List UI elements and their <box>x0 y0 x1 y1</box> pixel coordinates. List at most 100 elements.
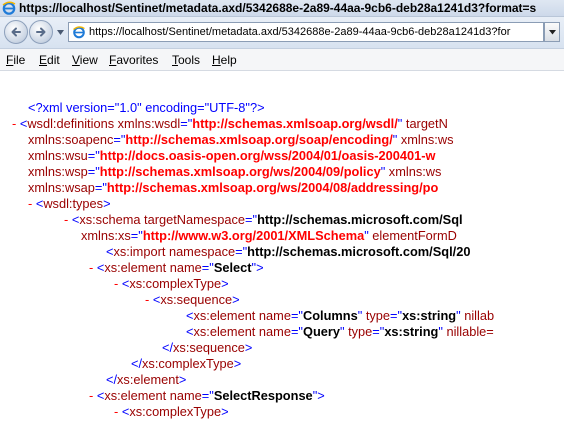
menu-help-label: elp <box>220 53 237 67</box>
xml-line-wsp: xmlns:wsp="http://schemas.xmlsoap.org/ws… <box>28 164 441 180</box>
xml-attr-name: xmlns:ws <box>385 164 442 179</box>
xml-attr-name: xmlns:wsp <box>28 164 88 179</box>
xml-punct: </ <box>106 372 118 387</box>
xml-line-element-columns: <xs:element name="Columns" type="xs:stri… <box>186 308 494 324</box>
xml-attr-name: xmlns:wsu <box>28 148 88 163</box>
address-bar[interactable] <box>68 22 544 42</box>
xml-punct: =" <box>130 228 143 243</box>
address-dropdown-button[interactable] <box>544 22 560 42</box>
xml-attr-value: Columns <box>302 308 358 323</box>
xml-attr-name: type <box>344 324 373 339</box>
collapse-toggle[interactable]: - <box>114 276 118 291</box>
xml-ns-value: http://schemas.xmlsoap.org/ws/2004/08/ad… <box>106 180 439 195</box>
menu-bar: File Edit View Favorites Tools Help <box>0 49 564 71</box>
xml-attr-name: xmlns:xs <box>81 228 131 243</box>
ie-page-icon <box>73 26 85 39</box>
xml-line-import: <xs:import namespace="http://schemas.mic… <box>106 244 470 260</box>
xml-tag-name: xs:element <box>193 308 256 323</box>
xml-punct: > <box>244 340 253 355</box>
menu-edit[interactable]: Edit <box>39 53 60 67</box>
xml-line-soapenc: xmlns:soapenc="http://schemas.xmlsoap.or… <box>28 132 453 148</box>
xml-declaration: <?xml version="1.0" encoding="UTF-8"?> <box>28 100 265 116</box>
xml-line-element-query: <xs:element name="Query" type="xs:string… <box>186 324 494 340</box>
xml-punct: =" <box>113 132 126 147</box>
xml-punct: </ <box>131 356 143 371</box>
xml-attr-name: type <box>362 308 391 323</box>
xml-punct: </ <box>162 340 174 355</box>
collapse-toggle[interactable]: - <box>89 260 93 275</box>
xml-attr-value: xs:string <box>402 308 457 323</box>
xml-line-element-selectresponse: - <xs:element name="SelectResponse"> <box>89 388 325 404</box>
xml-attr-value: Query <box>302 324 340 339</box>
xml-attr-name: targetNamespace <box>140 212 246 227</box>
xml-attr-name: nillable= <box>442 324 494 339</box>
xml-punct: > <box>221 404 229 419</box>
chevron-down-icon <box>549 30 556 35</box>
menu-edit-label: dit <box>47 53 60 67</box>
xml-attr-name: xmlns:soapenc <box>28 132 114 147</box>
navigation-bar <box>0 17 564 49</box>
xml-attr-value: http://schemas.microsoft.com/Sql <box>257 212 463 227</box>
xml-attr-value: SelectResponse <box>213 388 313 403</box>
xml-punct: =" <box>290 324 303 339</box>
menu-file[interactable]: File <box>6 53 25 67</box>
menu-view[interactable]: View <box>72 53 98 67</box>
xml-attr-name: nillab <box>460 308 495 323</box>
xml-attr-name: name <box>255 308 291 323</box>
collapse-toggle[interactable]: - <box>114 404 118 419</box>
back-button[interactable] <box>4 20 28 44</box>
xml-punct: =" <box>94 180 107 195</box>
xml-punct: =" <box>235 244 248 259</box>
ie-logo-icon <box>2 1 16 15</box>
xml-punct: > <box>103 196 111 211</box>
xml-attr-name: name <box>166 260 202 275</box>
xml-attr-value: http://schemas.microsoft.com/Sql/20 <box>247 244 471 259</box>
xml-tag-name: xs:element <box>193 324 256 339</box>
xml-punct: =" <box>290 308 303 323</box>
recent-pages-dropdown-icon[interactable] <box>57 30 64 36</box>
xml-ns-value: http://docs.oasis-open.org/wss/2004/01/o… <box>99 148 436 163</box>
collapse-toggle[interactable]: - <box>89 388 93 403</box>
xml-punct: =" <box>201 260 214 275</box>
window-title: https://localhost/Sentinet/metadata.axd/… <box>19 1 537 15</box>
collapse-toggle[interactable]: - <box>28 196 32 211</box>
forward-button[interactable] <box>29 20 53 44</box>
menu-view-label: iew <box>79 53 98 67</box>
xml-tag-name: xs:sequence <box>173 340 245 355</box>
menu-favorites[interactable]: Favorites <box>109 53 158 67</box>
xml-ns-value: http://www.w3.org/2001/XMLSchema <box>142 228 365 243</box>
xml-punct: > <box>221 276 229 291</box>
xml-line-types: - <wsdl:types> <box>28 196 111 212</box>
xml-tag-name: xs:element <box>117 372 179 387</box>
xml-attr-name: namespace <box>165 244 236 259</box>
xml-tag-name: wsdl:types <box>43 196 104 211</box>
xml-tag-name: xs:complexType <box>142 356 234 371</box>
xml-attr-value: Select <box>213 260 252 275</box>
menu-tools[interactable]: Tools <box>172 53 200 67</box>
collapse-toggle[interactable]: - <box>64 212 68 227</box>
xml-punct: > <box>232 292 240 307</box>
xml-tag-name: xs:complexType <box>129 276 222 291</box>
xml-punct: "> <box>312 388 325 403</box>
xml-line-close-element: </xs:element> <box>106 372 186 388</box>
xml-decl-text: <?xml version="1.0" encoding="UTF-8"?> <box>28 100 265 115</box>
xml-attr-name: name <box>166 388 202 403</box>
xml-attr-name: xmlns:wsdl <box>114 116 181 131</box>
xml-tag-name: wsdl:definitions <box>27 116 115 131</box>
xml-attr-name: targetN <box>402 116 448 131</box>
collapse-toggle[interactable]: - <box>12 116 16 131</box>
xml-tag-name: xs:complexType <box>129 404 222 419</box>
xml-tag-name: xs:element <box>104 388 167 403</box>
collapse-toggle[interactable]: - <box>145 292 149 307</box>
menu-help[interactable]: Help <box>212 53 237 67</box>
window-title-bar[interactable]: https://localhost/Sentinet/metadata.axd/… <box>0 0 564 17</box>
xml-line-complextype-2: - <xs:complexType> <box>114 404 229 420</box>
xml-line-complextype: - <xs:complexType> <box>114 276 229 292</box>
xml-punct: =" <box>87 148 100 163</box>
url-input[interactable] <box>89 24 541 40</box>
xml-tag-name: xs:schema <box>79 212 141 227</box>
menu-help-accel: H <box>212 53 221 67</box>
forward-arrow-icon <box>36 27 46 37</box>
xml-attr-name: xmlns:ws <box>397 132 454 147</box>
xml-line-schema: - <xs:schema targetNamespace="http://sch… <box>64 212 463 228</box>
